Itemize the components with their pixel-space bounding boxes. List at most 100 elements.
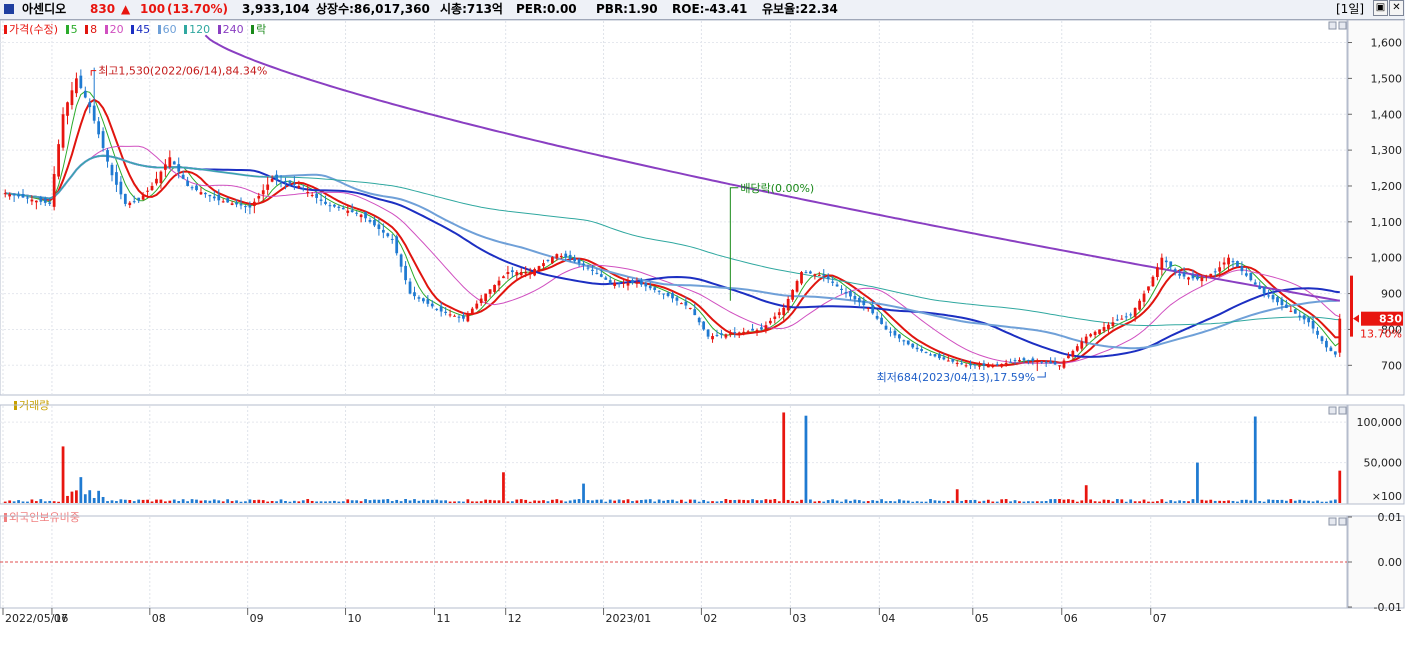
x-tick-label: 08: [152, 612, 166, 625]
volume-bar: [973, 499, 977, 503]
foreign-tick-label: 0.00: [1378, 556, 1403, 569]
volume-bar: [1111, 501, 1115, 503]
candle-body: [70, 90, 74, 106]
candle-body: [462, 315, 465, 319]
candle-body: [324, 201, 327, 204]
volume-bar: [951, 500, 955, 503]
candle-body: [137, 197, 141, 201]
candle-body: [724, 334, 728, 338]
volume-bar: [960, 500, 964, 503]
menu-square-icon[interactable]: [4, 4, 14, 14]
candle-body: [631, 279, 634, 283]
volume-bar: [430, 499, 434, 503]
pbr-value: PBR:1.90: [596, 2, 658, 16]
volume-bar: [79, 477, 83, 503]
candle-body: [1169, 261, 1173, 267]
price-tick-label: 900: [1381, 288, 1402, 301]
candle-body: [48, 202, 52, 204]
candle-body: [1244, 273, 1248, 276]
volume-bar: [706, 501, 710, 503]
volume-bar: [849, 500, 852, 503]
close-icon[interactable]: ✕: [1389, 0, 1404, 16]
volume-bar: [1204, 500, 1208, 503]
candle-body: [101, 131, 105, 148]
volume-bar: [39, 499, 43, 503]
volume-bar: [1262, 501, 1266, 503]
candle-body: [155, 178, 158, 184]
volume-bar: [181, 499, 185, 503]
candle-body: [920, 349, 923, 351]
restore-icon[interactable]: ▣: [1373, 0, 1388, 16]
candle-body: [826, 276, 830, 280]
candle-body: [1107, 324, 1110, 329]
volume-bar: [991, 501, 995, 503]
volume-bar: [163, 501, 167, 503]
volume-bar: [301, 500, 305, 503]
candle-body: [657, 290, 661, 292]
candle-body: [906, 340, 910, 345]
candle-body: [30, 199, 34, 202]
candle-body: [626, 282, 630, 286]
volume-bar: [439, 500, 443, 503]
candle-body: [337, 206, 341, 208]
candle-body: [1302, 315, 1306, 320]
candle-body: [146, 190, 149, 192]
volume-bar: [266, 501, 270, 503]
volume-bar: [177, 501, 181, 503]
x-tick-label: 06: [1064, 612, 1078, 625]
volume-bar: [800, 499, 803, 503]
candle-body: [1178, 273, 1182, 276]
volume-bar: [693, 499, 697, 503]
price-tick-label: 1,100: [1371, 216, 1403, 229]
volume-bar: [635, 500, 639, 503]
candle-body: [1000, 363, 1004, 367]
volume-bar: [915, 501, 919, 503]
candle-body: [751, 328, 754, 331]
candle-body: [1209, 273, 1213, 277]
volume-bar: [306, 499, 310, 503]
period-label[interactable]: [1일]: [1336, 0, 1364, 19]
volume-bar: [57, 501, 60, 503]
volume-bar: [1333, 499, 1337, 503]
candle-body: [573, 257, 577, 262]
volume-bar: [715, 501, 719, 503]
candle-body: [946, 360, 950, 362]
volume-bar: [92, 497, 96, 503]
candle-body: [150, 185, 154, 191]
candle-body: [1062, 360, 1066, 368]
candle-body: [746, 331, 750, 333]
volume-bar: [831, 499, 835, 503]
candle-body: [897, 334, 901, 339]
volume-bar: [328, 501, 332, 503]
volume-bar: [1044, 501, 1048, 503]
volume-bar: [986, 499, 990, 503]
candle-body: [115, 172, 118, 185]
candle-body: [915, 347, 919, 350]
volume-bar: [942, 501, 946, 503]
candle-body: [479, 298, 483, 304]
volume-bar: [804, 415, 808, 503]
candle-body: [493, 284, 496, 292]
candle-body: [34, 200, 38, 203]
volume-bar: [1164, 501, 1168, 503]
last-range-bar: [1350, 275, 1353, 337]
candle-body: [1018, 359, 1021, 362]
volume-bar: [559, 500, 563, 503]
candle-body: [284, 181, 287, 183]
price-tick-label: 1,400: [1371, 108, 1403, 121]
candle-body: [1160, 257, 1164, 270]
candle-body: [83, 90, 87, 98]
stock-chart[interactable]: 2022/05/1607 08 09 10 11 12 2023/01 02 03 04 05 06 0…: [0, 20, 1405, 648]
volume-bar: [617, 499, 621, 503]
volume-bar: [1089, 499, 1093, 503]
candle-body: [181, 174, 185, 179]
candle-body: [938, 354, 941, 359]
volume-bar: [506, 501, 510, 503]
volume-bar: [257, 499, 261, 503]
volume-bar: [1147, 501, 1150, 503]
candle-body: [17, 194, 20, 197]
candle-body: [186, 180, 189, 186]
volume-bar: [751, 499, 754, 503]
volume-bar: [573, 499, 577, 503]
volume-bar: [880, 499, 883, 503]
